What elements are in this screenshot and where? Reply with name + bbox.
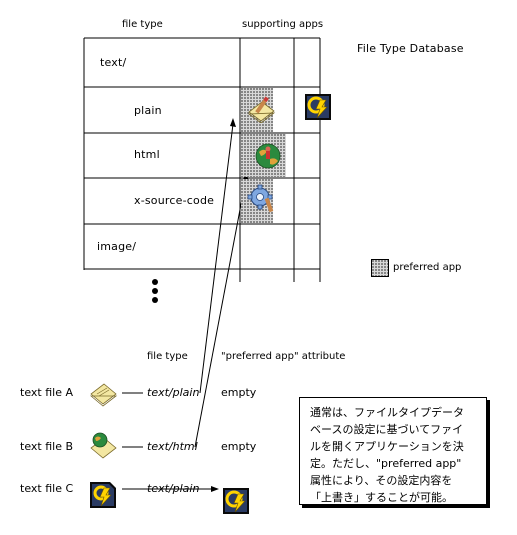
row-label-text: text/ bbox=[100, 56, 127, 69]
note-box: 通常は、ファイルタイプデータ ベースの設定に基づいてファイ ルを開くアプリケーシ… bbox=[299, 397, 487, 505]
preferred-app-lightning-icon bbox=[223, 488, 249, 514]
note-line: 定。ただし、"preferred app" bbox=[310, 457, 462, 470]
file-b-name: text file B bbox=[20, 440, 74, 453]
pen-paper-icon bbox=[247, 96, 276, 123]
row-label-html: html bbox=[134, 148, 160, 161]
file-c-name: text file C bbox=[20, 482, 74, 495]
files-file-type-header: file type bbox=[147, 351, 188, 362]
note-line: 通常は、ファイルタイプデータ bbox=[310, 406, 464, 419]
globe-figure-icon bbox=[255, 143, 281, 169]
row-label-x-source-code: x-source-code bbox=[134, 194, 215, 207]
gear-pencil-icon bbox=[247, 184, 274, 213]
row-label-plain: plain bbox=[134, 104, 162, 117]
file-a-name: text file A bbox=[20, 386, 73, 399]
note-line: 「上書き」することが可能。 bbox=[310, 491, 453, 504]
note-line: ルを開くアプリケーションを決 bbox=[310, 440, 464, 453]
note-line: ベースの設定に基づいてファイ bbox=[310, 423, 464, 436]
file-b-attr: empty bbox=[221, 440, 257, 453]
preferred-app-attribute-header: "preferred app" attribute bbox=[221, 351, 346, 362]
globe-document-icon bbox=[90, 432, 117, 459]
file-a-attr: empty bbox=[221, 386, 257, 399]
file-c-type: text/plain bbox=[147, 482, 200, 495]
legend-label: preferred app bbox=[393, 262, 462, 273]
row-label-image: image/ bbox=[97, 240, 137, 253]
lightning-document-icon bbox=[90, 482, 116, 508]
lightning-app-icon bbox=[305, 94, 331, 120]
file-a-type: text/plain bbox=[147, 386, 200, 399]
document-icon bbox=[89, 383, 118, 407]
file-b-type: text/html bbox=[147, 440, 198, 453]
note-line: 属性により、その設定内容を bbox=[310, 474, 453, 487]
legend-swatch bbox=[371, 259, 389, 277]
